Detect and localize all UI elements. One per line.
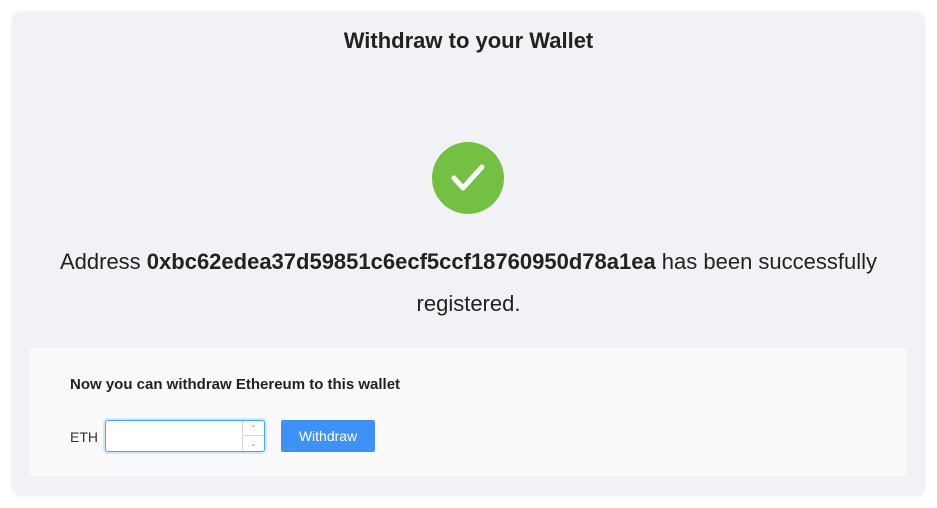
registration-success-message: Address 0xbc62edea37d59851c6ecf5ccf18760… xyxy=(52,241,885,325)
amount-stepper: ⌃ ⌄ xyxy=(242,421,264,451)
page-title: Withdraw to your Wallet xyxy=(343,28,594,53)
withdraw-card: Withdraw to your Wallet Address 0xbc62ed… xyxy=(12,12,925,496)
message-prefix: Address xyxy=(59,249,147,274)
amount-number-input: ⌃ ⌄ xyxy=(105,420,265,452)
chevron-up-icon[interactable]: ⌃ xyxy=(243,421,264,436)
wallet-address: 0xbc62edea37d59851c6ecf5ccf18760950d78a1… xyxy=(146,249,656,274)
withdraw-button[interactable]: Withdraw xyxy=(281,420,375,452)
amount-input[interactable] xyxy=(106,421,242,451)
withdraw-panel-heading: Now you can withdraw Ethereum to this wa… xyxy=(70,376,401,393)
chevron-down-icon[interactable]: ⌄ xyxy=(243,436,264,451)
currency-label: ETH xyxy=(70,429,98,445)
checkmark-circle-icon xyxy=(432,142,504,214)
withdraw-panel: Now you can withdraw Ethereum to this wa… xyxy=(30,348,906,476)
